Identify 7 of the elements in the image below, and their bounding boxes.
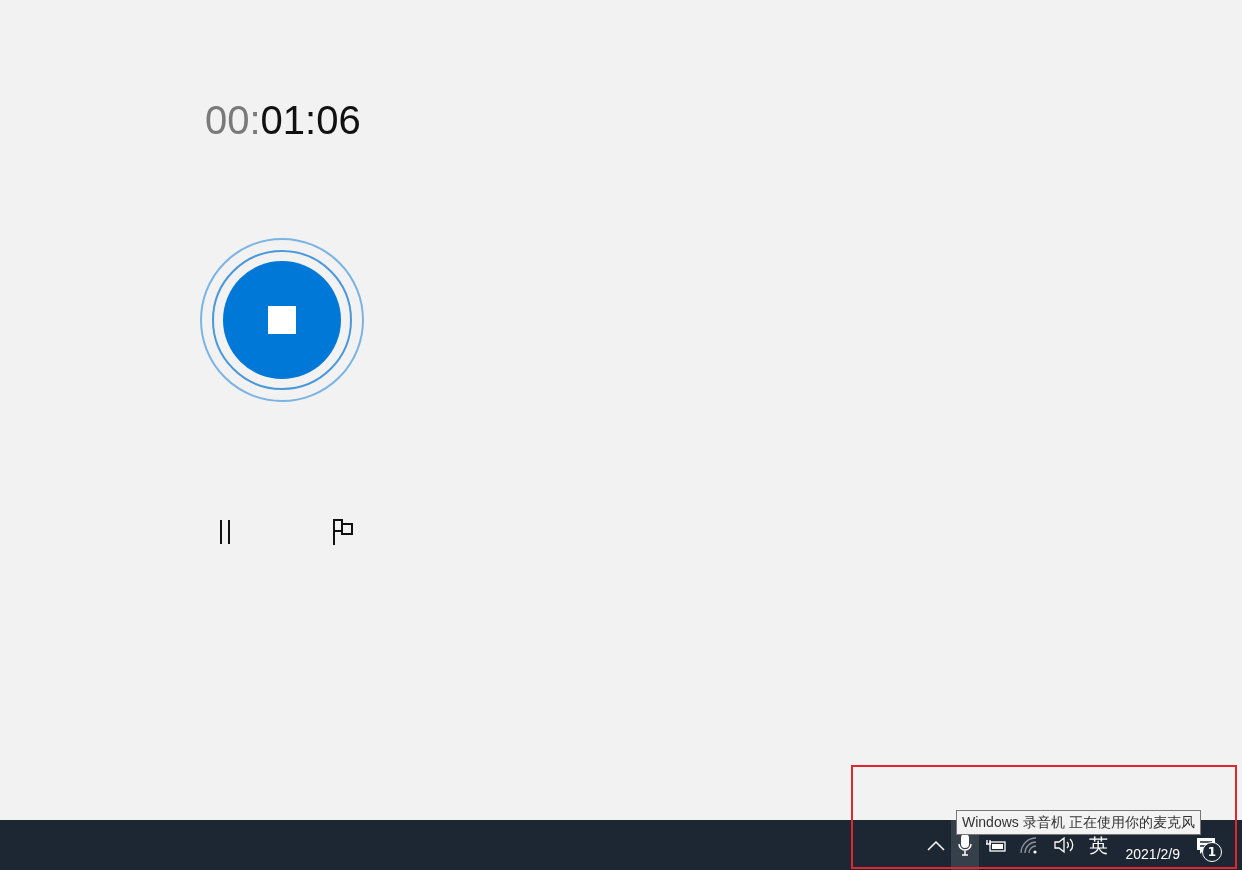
stop-recording-button[interactable] [200, 238, 364, 402]
pause-icon [218, 520, 232, 544]
flag-icon [332, 519, 354, 545]
chevron-up-icon [926, 839, 945, 851]
notification-count: 1 [1202, 842, 1222, 862]
elapsed-time: 00:01:06 [205, 97, 362, 144]
tooltip: Windows 录音机 正在使用你的麦克风 [956, 810, 1201, 835]
